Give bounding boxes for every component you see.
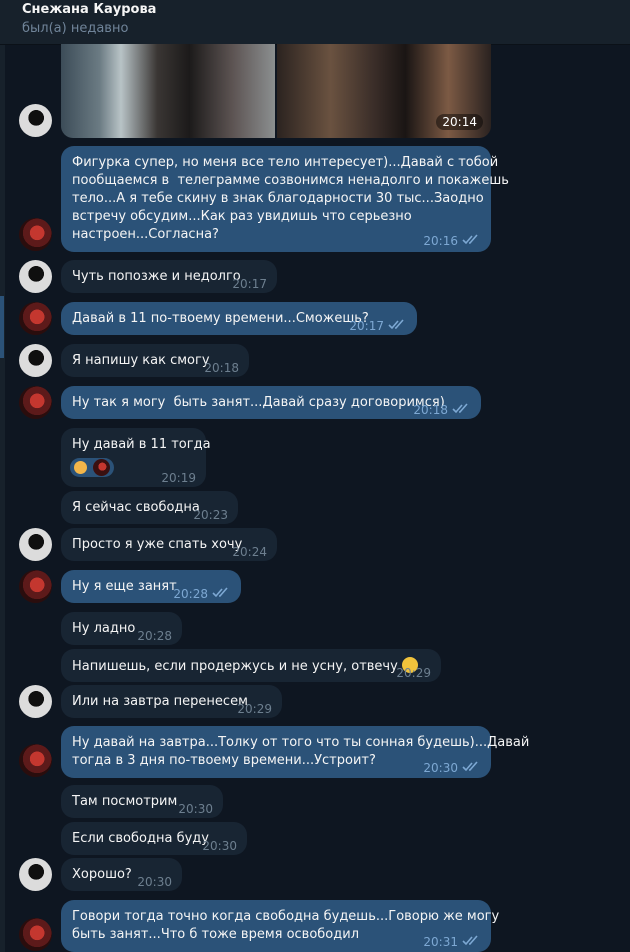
avatar[interactable] — [19, 744, 52, 777]
message-bubble[interactable]: Давай в 11 по-твоему времени...Сможешь? … — [61, 302, 417, 335]
message-time: 20:30 — [423, 761, 458, 775]
message-time: 20:24 — [232, 545, 267, 559]
message-bubble[interactable]: Ну я еще занят 20:28 — [61, 570, 241, 603]
message-time: 20:30 — [202, 839, 237, 853]
message-time: 20:31 — [423, 935, 458, 949]
avatar[interactable] — [19, 302, 52, 335]
message-time: 20:19 — [161, 471, 196, 485]
message-text: Ну ладно — [72, 621, 136, 636]
message-time: 20:18 — [204, 361, 239, 375]
scroll-indicator — [0, 296, 4, 358]
message-bubble[interactable]: Или на завтра перенесем 20:29 — [61, 685, 282, 718]
message-time: 20:17 — [349, 319, 384, 333]
photo-album-message[interactable]: 20:14 — [61, 44, 491, 138]
reactor-avatar — [93, 459, 110, 476]
avatar[interactable] — [19, 918, 52, 951]
message-bubble[interactable]: Фигурка супер, но меня все тело интересу… — [61, 146, 509, 252]
message-time: 20:29 — [396, 666, 431, 680]
message-time: 20:30 — [137, 875, 172, 889]
photo-1[interactable] — [61, 44, 275, 138]
avatar[interactable] — [19, 218, 52, 251]
double-check-icon — [462, 761, 478, 772]
message-text: Если свободна буду — [72, 831, 209, 846]
message-bubble[interactable]: Там посмотрим 20:30 — [61, 785, 223, 818]
message-time: 20:16 — [423, 234, 458, 248]
message-bubble[interactable]: Ну ладно 20:28 — [61, 612, 182, 645]
double-check-icon — [388, 319, 404, 330]
left-panel-edge — [0, 0, 5, 952]
double-check-icon — [212, 587, 228, 598]
message-text: Напишешь, если продержусь и не усну, отв… — [72, 657, 418, 676]
message-bubble[interactable]: Если свободна буду 20:30 — [61, 822, 247, 855]
contact-status: был(а) недавно — [22, 21, 129, 36]
avatar[interactable] — [19, 528, 52, 561]
message-text-content: Напишешь, если продержусь и не усну, отв… — [72, 659, 398, 674]
message-text: Или на завтра перенесем — [72, 694, 248, 709]
avatar[interactable] — [19, 858, 52, 891]
message-text: Просто я уже спать хочу — [72, 537, 243, 552]
message-text: Ну давай в 11 тогда — [72, 437, 211, 452]
double-check-icon — [452, 403, 468, 414]
avatar[interactable] — [19, 344, 52, 377]
reactions[interactable] — [70, 458, 114, 477]
message-time: 20:30 — [178, 802, 213, 816]
chat-header[interactable]: Снежана Каурова был(а) недавно — [0, 0, 630, 45]
message-bubble[interactable]: Ну давай в 11 тогда 20:19 — [61, 428, 211, 487]
message-bubble[interactable]: Ну давай на завтра...Толку от того что т… — [61, 726, 529, 778]
message-bubble[interactable]: Напишешь, если продержусь и не усну, отв… — [61, 649, 441, 682]
ok-hand-reaction-icon — [74, 461, 87, 474]
message-text: Ну давай на завтра...Толку от того что т… — [72, 735, 530, 768]
message-time: 20:23 — [193, 508, 228, 522]
avatar[interactable] — [19, 260, 52, 293]
avatar[interactable] — [19, 386, 52, 419]
message-bubble[interactable]: Чуть попозже и недолго 20:17 — [61, 260, 277, 293]
message-bubble[interactable]: Просто я уже спать хочу 20:24 — [61, 528, 277, 561]
message-text: Ну я еще занят — [72, 579, 177, 594]
avatar[interactable] — [19, 685, 52, 718]
message-bubble[interactable]: Ну так я могу быть занят...Давай сразу д… — [61, 386, 481, 419]
message-bubble[interactable]: Хорошо? 20:30 — [61, 858, 182, 891]
double-check-icon — [462, 234, 478, 245]
avatar[interactable] — [19, 570, 52, 603]
message-text: Я сейчас свободна — [72, 500, 200, 515]
message-time: 20:17 — [232, 277, 267, 291]
message-text: Чуть попозже и недолго — [72, 269, 241, 284]
message-bubble[interactable]: Я напишу как смогу 20:18 — [61, 344, 249, 377]
message-time: 20:29 — [237, 702, 272, 716]
message-time: 20:18 — [413, 403, 448, 417]
message-text: Ну так я могу быть занят...Давай сразу д… — [72, 395, 445, 410]
message-text: Я напишу как смогу — [72, 353, 210, 368]
message-text: Давай в 11 по-твоему времени...Сможешь? — [72, 311, 369, 326]
message-time: 20:28 — [137, 629, 172, 643]
message-time: 20:14 — [436, 114, 483, 130]
message-bubble[interactable]: Я сейчас свободна 20:23 — [61, 491, 238, 524]
double-check-icon — [462, 935, 478, 946]
message-text: Фигурка супер, но меня все тело интересу… — [72, 155, 509, 242]
contact-name[interactable]: Снежана Каурова — [22, 2, 156, 17]
message-time: 20:28 — [173, 587, 208, 601]
avatar[interactable] — [19, 104, 52, 137]
message-text: Хорошо? — [72, 867, 132, 882]
message-bubble[interactable]: Говори тогда точно когда свободна будешь… — [61, 900, 499, 952]
message-text: Там посмотрим — [72, 794, 178, 809]
